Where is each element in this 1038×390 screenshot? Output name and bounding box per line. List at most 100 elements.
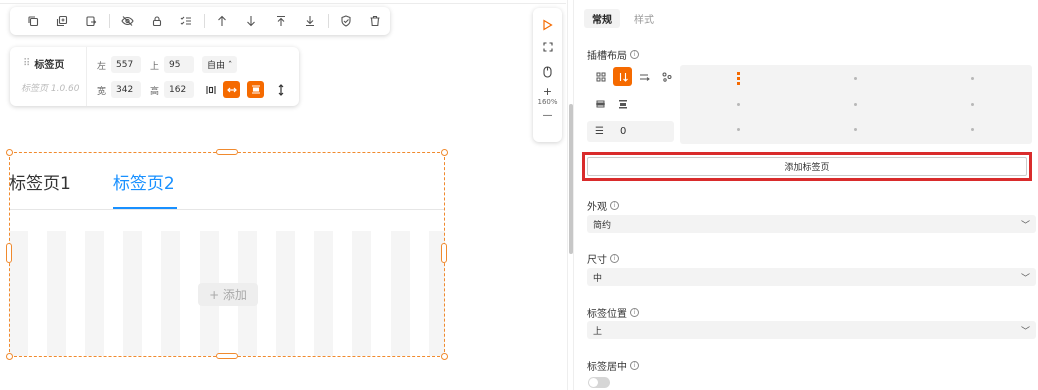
lock-icon[interactable] [142, 7, 171, 35]
info-icon: i [630, 308, 639, 317]
copy-plus-icon[interactable] [47, 7, 76, 35]
size-select[interactable]: 中 ﹀ [587, 268, 1036, 286]
layout-horizontal-icon[interactable] [635, 67, 654, 86]
info-icon: i [610, 201, 619, 210]
properties-panel: 常规 样式 插槽布局 i ☰ 0 添加标签页 外观 i 简约 ﹀ 尺寸 i 中 ﹀ 标签位… [573, 0, 1038, 390]
alignment-dot[interactable] [971, 77, 974, 80]
tab-position-label: 标签位置 i [587, 305, 639, 320]
top-label: 上 [150, 62, 160, 72]
resize-handle-bottom-right[interactable] [441, 353, 448, 360]
shield-check-icon[interactable] [331, 7, 360, 35]
gap-icon: ☰ [595, 126, 604, 137]
size-label: 尺寸 i [587, 251, 619, 266]
component-version: 标签页 1.0.60 [21, 84, 80, 94]
info-icon: i [630, 50, 639, 59]
mouse-icon[interactable] [543, 63, 552, 81]
alignment-dot[interactable] [854, 128, 857, 131]
alignment-selected-marker [737, 72, 740, 86]
tab-center-label-text: 标签居中 [587, 362, 627, 373]
slot-layout-label-text: 插槽布局 [587, 51, 627, 62]
toggle-knob [589, 378, 598, 387]
zoom-out-button[interactable]: — [543, 109, 553, 121]
toolbar-separator [327, 14, 329, 28]
zoom-in-button[interactable]: + [543, 85, 552, 98]
component-name: ⠿ 标签页 [23, 56, 64, 71]
resize-handle-top-right[interactable] [441, 149, 448, 156]
fullscreen-icon[interactable] [542, 38, 553, 56]
info-icon: i [610, 254, 619, 263]
toolbar-separator [108, 14, 110, 28]
resize-handle-bottom[interactable] [216, 353, 238, 359]
chevron-down-icon: ﹀ [1020, 274, 1030, 284]
gap-input[interactable]: ☰ 0 [587, 121, 674, 142]
left-input[interactable]: 557 [111, 56, 141, 73]
component-name-text: 标签页 [34, 60, 65, 71]
resize-handle-top[interactable] [216, 149, 238, 155]
tab-position-value: 上 [593, 326, 603, 337]
alignment-dot[interactable] [971, 128, 974, 131]
height-input[interactable]: 162 [164, 81, 194, 98]
gap-value: 0 [619, 126, 627, 137]
left-label: 左 [97, 62, 107, 72]
alignment-dot[interactable] [854, 103, 857, 106]
list-check-icon[interactable] [171, 7, 200, 35]
tab-center-label: 标签居中 i [587, 358, 639, 373]
resize-handle-right[interactable] [441, 243, 447, 263]
alignment-dot[interactable] [737, 103, 740, 106]
component-toolbar [10, 7, 390, 35]
resize-handle-bottom-left[interactable] [6, 353, 13, 360]
alignment-dot[interactable] [854, 77, 857, 80]
layout-grid-icon[interactable] [591, 67, 610, 86]
component-properties-card: ⠿ 标签页 标签页 1.0.60 左 557 上 95 自由 ˆ 宽 342 高 … [10, 47, 299, 106]
height-label: 高 [150, 87, 160, 97]
resize-handle-left[interactable] [6, 243, 12, 263]
width-input[interactable]: 342 [111, 81, 141, 98]
layout-free-icon[interactable] [657, 67, 676, 86]
hide-icon[interactable] [113, 7, 142, 35]
chevron-down-icon: ﹀ [1020, 221, 1030, 231]
tab-position-select[interactable]: 上 ﹀ [587, 321, 1036, 339]
design-canvas[interactable]: ⠿ 标签页 标签页 1.0.60 左 557 上 95 自由 ˆ 宽 342 高 … [0, 0, 566, 390]
resize-handle-top-left[interactable] [6, 149, 13, 156]
component-info: ⠿ 标签页 标签页 1.0.60 [10, 47, 87, 106]
align-stack-icon[interactable] [613, 94, 632, 113]
stretch-horizontal-icon[interactable] [223, 81, 240, 98]
add-tab-button[interactable]: 添加标签页 [587, 157, 1027, 176]
alignment-dot[interactable] [971, 103, 974, 106]
resize-vertical-icon[interactable] [272, 81, 289, 98]
canvas-side-tools: + 160% — [533, 8, 562, 142]
fit-width-icon[interactable] [202, 81, 219, 98]
align-horizontal-icon[interactable] [591, 94, 610, 113]
appearance-select[interactable]: 简约 ﹀ [587, 215, 1036, 233]
appearance-label: 外观 i [587, 198, 619, 213]
move-up-icon[interactable] [207, 7, 236, 35]
add-tab-highlight: 添加标签页 [582, 152, 1032, 181]
canvas-top-divider [0, 3, 566, 4]
tab-general[interactable]: 常规 [584, 9, 620, 28]
toolbar-separator [203, 14, 205, 28]
position-mode-select[interactable]: 自由 ˆ [202, 56, 238, 73]
trash-icon[interactable] [361, 7, 390, 35]
panel-tabs: 常规 样式 [584, 9, 662, 28]
alignment-dot[interactable] [737, 128, 740, 131]
top-input[interactable]: 95 [164, 56, 194, 73]
tab-style[interactable]: 样式 [626, 9, 662, 28]
play-icon[interactable] [542, 16, 553, 34]
appearance-value: 简约 [593, 220, 612, 231]
copy-icon[interactable] [18, 7, 47, 35]
clipboard-icon[interactable] [77, 7, 106, 35]
move-bottom-icon[interactable] [295, 7, 324, 35]
info-icon: i [630, 361, 639, 370]
layout-vertical-icon[interactable] [613, 67, 632, 86]
selection-frame [9, 152, 445, 357]
width-label: 宽 [97, 87, 107, 97]
stretch-block-icon[interactable] [247, 81, 264, 98]
tab-center-toggle[interactable] [588, 377, 610, 388]
drag-handle-icon[interactable]: ⠿ [23, 58, 30, 69]
move-top-icon[interactable] [266, 7, 295, 35]
tab-position-label-text: 标签位置 [587, 309, 627, 320]
zoom-level: 160% [537, 98, 558, 106]
move-down-icon[interactable] [237, 7, 266, 35]
slot-layout-label: 插槽布局 i [587, 47, 639, 62]
alignment-grid[interactable] [680, 65, 1032, 144]
